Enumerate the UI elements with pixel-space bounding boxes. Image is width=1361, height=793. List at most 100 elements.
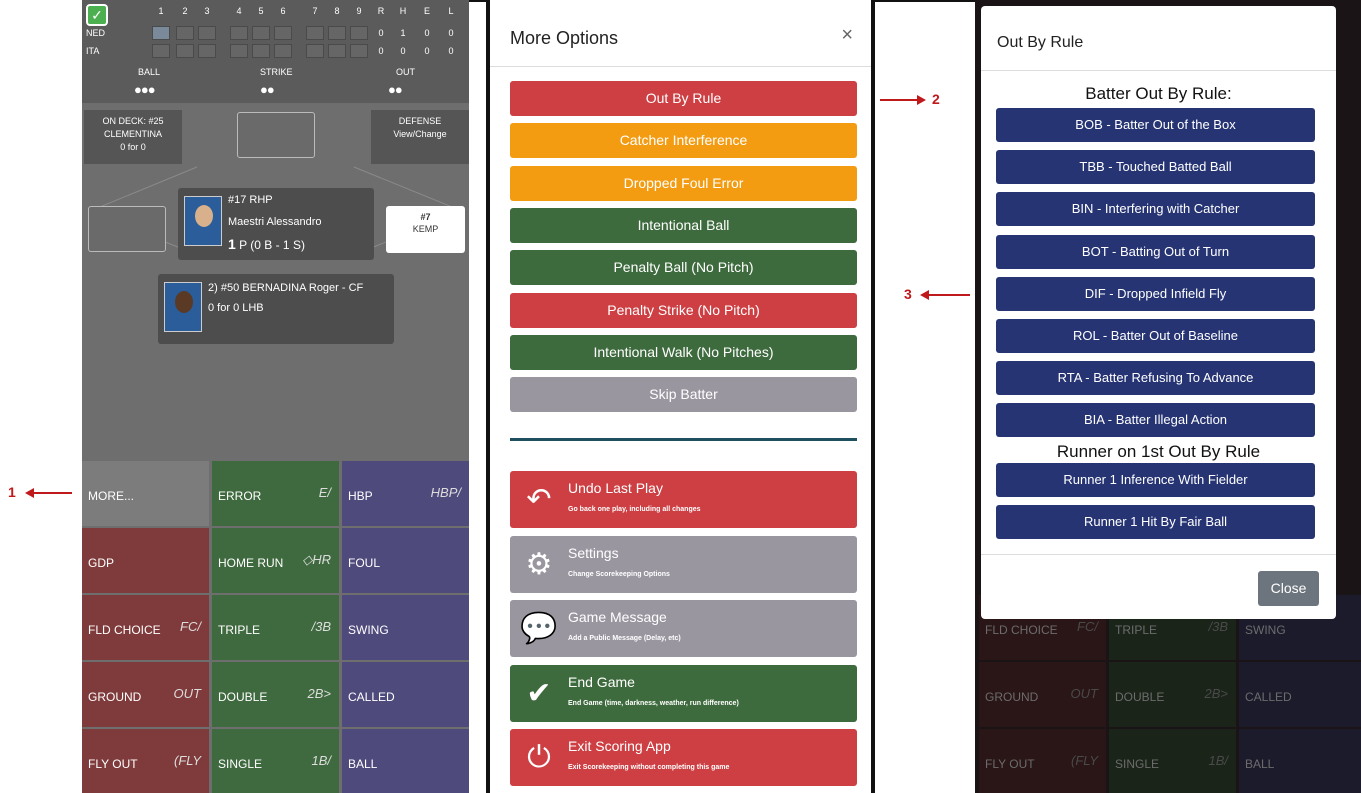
out-by-rule-modal: Out By Rule Batter Out By Rule: BOB - Ba…	[981, 6, 1336, 619]
play-button-label: FLD CHOICE	[88, 623, 161, 637]
play-button[interactable]: GDP	[82, 528, 209, 593]
batter-rule-button[interactable]: BIN - Interfering with Catcher	[996, 192, 1315, 227]
batter-rule-button[interactable]: BIA - Batter Illegal Action	[996, 403, 1315, 438]
play-button[interactable]: HBP HBP/	[342, 461, 469, 526]
total-header: H	[399, 6, 407, 16]
on-deck-box[interactable]: ON DECK: #25 CLEMENTINA 0 for 0	[84, 110, 182, 164]
runner-rule-button[interactable]: Runner 1 Inference With Fielder	[996, 463, 1315, 497]
modal-title: Out By Rule	[997, 34, 1084, 51]
option-button[interactable]: Intentional Walk (No Pitches)	[510, 334, 857, 370]
batter-rule-button[interactable]: BOT - Batting Out of Turn	[996, 234, 1315, 269]
play-button-label: GDP	[88, 556, 115, 570]
play-button-label: FOUL	[348, 556, 381, 570]
play-button-label: GROUND	[88, 690, 142, 704]
batter-name: 2) #50 BERNADINA Roger - CF	[208, 282, 364, 294]
play-button-label: CALLED	[348, 690, 395, 704]
strike-label: STRIKE	[260, 67, 293, 77]
scoring-screen: ✓ 1 2 3 4 5 6 7 8 9 R H E L NED ITA 0 1 0 0 0 0 0 0 BALL ST…	[82, 0, 469, 793]
option-button[interactable]: Penalty Strike (No Pitch)	[510, 292, 857, 328]
team-name-home: NED	[86, 28, 106, 38]
inning-cell	[198, 26, 216, 40]
section-divider	[510, 438, 857, 441]
batter-rule-button[interactable]: BOB - Batter Out of the Box	[996, 108, 1315, 142]
chat-icon: 💬	[520, 612, 558, 645]
inning-header: 2	[182, 6, 188, 16]
second-base[interactable]	[237, 112, 315, 158]
action-subtitle: Go back one play, including all changes	[568, 506, 701, 513]
option-button[interactable]: Intentional Ball	[510, 207, 857, 243]
inning-cell	[198, 44, 216, 58]
option-button[interactable]: Penalty Ball (No Pitch)	[510, 250, 857, 286]
pitcher-name: Maestri Alessandro	[228, 216, 322, 228]
batter-card[interactable]: 2) #50 BERNADINA Roger - CF 0 for 0 LHB	[158, 274, 394, 344]
batter-rule-button[interactable]: DIF - Dropped Infield Fly	[996, 276, 1315, 311]
defense-box[interactable]: DEFENSE View/Change	[371, 110, 469, 164]
team-name-away: ITA	[86, 46, 100, 56]
play-button[interactable]: SWING	[342, 595, 469, 660]
action-button[interactable]: 💬 Game Message Add a Public Message (Delay…	[510, 600, 857, 657]
action-button[interactable]: ⚙ Settings Change Scorekeeping Options	[510, 535, 857, 593]
inning-header: 4	[236, 6, 242, 16]
play-button[interactable]: FOUL	[342, 528, 469, 593]
play-button[interactable]: FLY OUT (FLY	[82, 729, 209, 793]
play-symbol-icon: OUT	[173, 686, 201, 701]
batter-rule-button[interactable]: RTA - Batter Refusing To Advance	[996, 361, 1315, 396]
play-button[interactable]: SINGLE 1B/	[212, 729, 339, 793]
check-icon: ✔	[526, 676, 552, 710]
play-button[interactable]: GROUND OUT	[82, 662, 209, 727]
annotation-arrow-3	[920, 290, 970, 300]
play-button[interactable]: MORE...	[82, 461, 209, 526]
scoreboard: ✓ 1 2 3 4 5 6 7 8 9 R H E L NED ITA 0 1 0 0 0 0 0 0 BALL ST…	[82, 0, 469, 103]
checkmark-icon[interactable]: ✓	[86, 4, 108, 26]
runner-name: KEMP	[412, 224, 439, 234]
option-button[interactable]: Dropped Foul Error	[510, 165, 857, 201]
ball-dots: ●●●	[134, 82, 156, 97]
play-button[interactable]: HOME RUN ◇HR	[212, 528, 339, 593]
option-button[interactable]: Out By Rule	[510, 81, 857, 116]
header-divider	[981, 70, 1336, 71]
play-button[interactable]: CALLED	[342, 662, 469, 727]
close-button[interactable]: Close	[1258, 571, 1319, 606]
play-button[interactable]: BALL	[342, 729, 469, 793]
batter-rule-button[interactable]: TBB - Touched Batted Ball	[996, 150, 1315, 185]
play-symbol-icon: E/	[318, 485, 331, 500]
play-button-label: FLY OUT	[88, 757, 138, 771]
play-button[interactable]: FLD CHOICE FC/	[82, 595, 209, 660]
close-icon[interactable]: ×	[841, 24, 853, 47]
dimmed-play-label: FLY OUT	[985, 757, 1035, 771]
option-button[interactable]: Skip Batter	[510, 377, 857, 413]
dimmed-play-symbol-icon: OUT	[1070, 686, 1098, 701]
inning-cell	[252, 44, 270, 58]
option-button[interactable]: Catcher Interference	[510, 123, 857, 159]
first-base-runner[interactable]: #7 KEMP	[386, 206, 465, 253]
runner-rule-button[interactable]: Runner 1 Hit By Fair Ball	[996, 505, 1315, 539]
third-base[interactable]	[88, 206, 166, 252]
play-button-label: ERROR	[218, 489, 262, 503]
pitch-count: 1 P (0 B - 1 S)	[228, 236, 305, 252]
pitcher-card[interactable]: #17 RHP Maestri Alessandro 1 P (0 B - 1 …	[178, 188, 374, 260]
on-deck-name: CLEMENTINA	[103, 129, 162, 139]
action-button[interactable]: ↶ Undo Last Play Go back one play, includi…	[510, 471, 857, 528]
dimmed-play-label: BALL	[1245, 757, 1275, 771]
dimmed-play-label: DOUBLE	[1115, 690, 1165, 704]
annotation-arrow-1	[25, 488, 72, 498]
play-button[interactable]: DOUBLE 2B>	[212, 662, 339, 727]
play-button[interactable]: ERROR E/	[212, 461, 339, 526]
dimmed-play-button: BALL	[1239, 729, 1361, 793]
play-button[interactable]: TRIPLE/3B	[212, 595, 339, 660]
inning-cell	[306, 26, 324, 40]
dimmed-play-symbol-icon: /3B	[1208, 619, 1228, 634]
batter-rule-button[interactable]: ROL - Batter Out of Baseline	[996, 319, 1315, 353]
action-button[interactable]: ✔ End Game End Game (time, darkness, weath…	[510, 664, 857, 722]
total-cell: 0	[424, 46, 430, 56]
on-deck-stats: 0 for 0	[120, 142, 146, 152]
action-button[interactable]: ⏻ Exit Scoring App Exit Scorekeeping witho…	[510, 729, 857, 786]
inning-header: 1	[158, 6, 164, 16]
play-button-label: MORE...	[88, 489, 135, 503]
action-title: Game Message	[568, 609, 667, 625]
dimmed-play-button: GROUND OUT	[979, 662, 1106, 727]
play-button-label: SINGLE	[218, 757, 263, 771]
inning-header: 7	[312, 6, 318, 16]
dimmed-play-label: GROUND	[985, 690, 1039, 704]
play-symbol-icon: 1B/	[311, 753, 331, 768]
